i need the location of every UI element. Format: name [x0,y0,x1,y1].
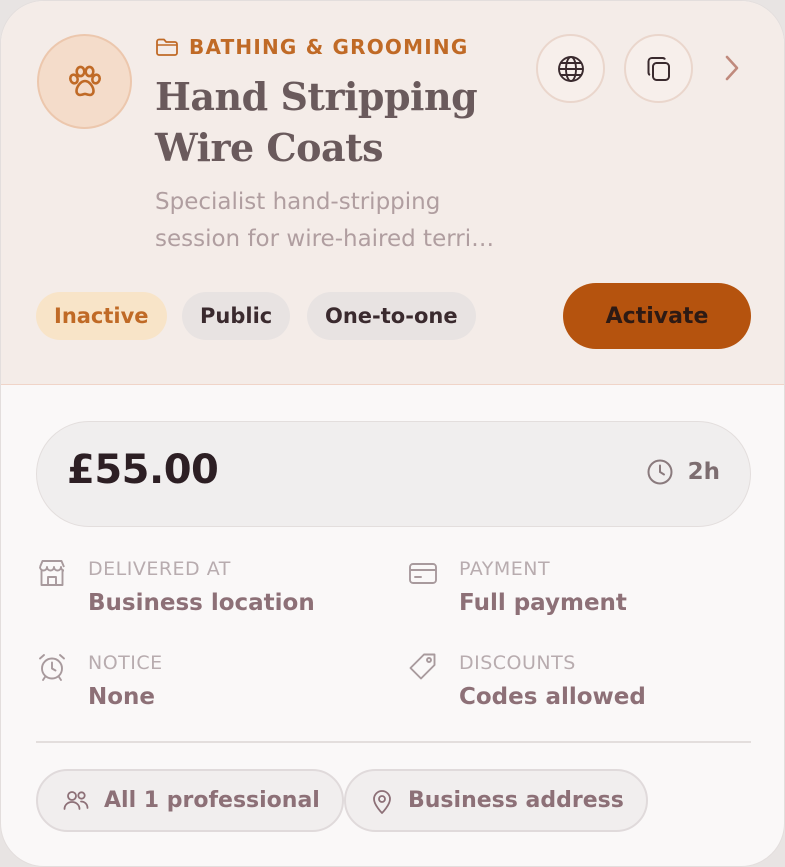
folder-icon [156,38,178,56]
tag-icon [409,653,436,680]
credit-card-icon [409,563,437,584]
chevron-right-icon [725,55,739,81]
delivered-at-value: Business location [88,590,315,616]
duration-value: 2h [687,459,720,485]
duration: 2h [646,458,720,486]
activate-button[interactable]: Activate [563,283,751,349]
title-line-2: Wire Coats [155,125,384,170]
service-card: BATHING & GROOMING Hand Stripping Wire C… [0,0,785,867]
store-icon [39,560,65,586]
next-button[interactable] [717,51,747,85]
payment-info: PAYMENT Full payment [407,557,627,618]
professionals-label: All 1 professional [104,788,320,813]
public-link-button[interactable] [536,34,605,103]
service-header: BATHING & GROOMING Hand Stripping Wire C… [1,1,784,385]
section-divider [36,741,751,743]
duplicate-button[interactable] [624,34,693,103]
notice-info: NOTICE None [36,651,163,712]
copy-icon [647,56,670,81]
title-line-1: Hand Stripping [155,74,478,119]
delivered-at-label: DELIVERED AT [88,558,231,580]
discounts-value: Codes allowed [459,684,646,710]
clock-icon [647,459,673,485]
booking-mode-badge: One-to-one [307,292,476,340]
notice-label: NOTICE [88,652,163,674]
service-title: Hand Stripping Wire Coats [155,71,515,173]
price-panel: £55.00 2h [36,421,751,527]
globe-icon [557,55,584,82]
discounts-info: DISCOUNTS Codes allowed [407,651,646,712]
price-value: £55.00 [67,447,219,493]
paw-icon [68,65,101,96]
users-icon [63,790,89,810]
service-description: Specialist hand-stripping session for wi… [155,184,535,258]
category-label: BATHING & GROOMING [189,35,469,59]
service-avatar [37,34,132,129]
description-line-1: Specialist hand-stripping [155,189,441,215]
service-category: BATHING & GROOMING [155,35,468,59]
notice-value: None [88,684,156,710]
address-label: Business address [408,788,624,813]
payment-value: Full payment [459,590,627,616]
description-line-2: session for wire-haired terri… [155,226,495,252]
payment-label: PAYMENT [459,558,551,580]
map-pin-icon [373,789,391,814]
status-badge: Inactive [36,292,167,340]
delivered-at-info: DELIVERED AT Business location [36,557,315,618]
professionals-chip[interactable]: All 1 professional [36,769,344,832]
discounts-label: DISCOUNTS [459,652,576,674]
alarm-clock-icon [39,654,65,681]
visibility-badge: Public [182,292,291,340]
address-chip[interactable]: Business address [344,769,648,832]
